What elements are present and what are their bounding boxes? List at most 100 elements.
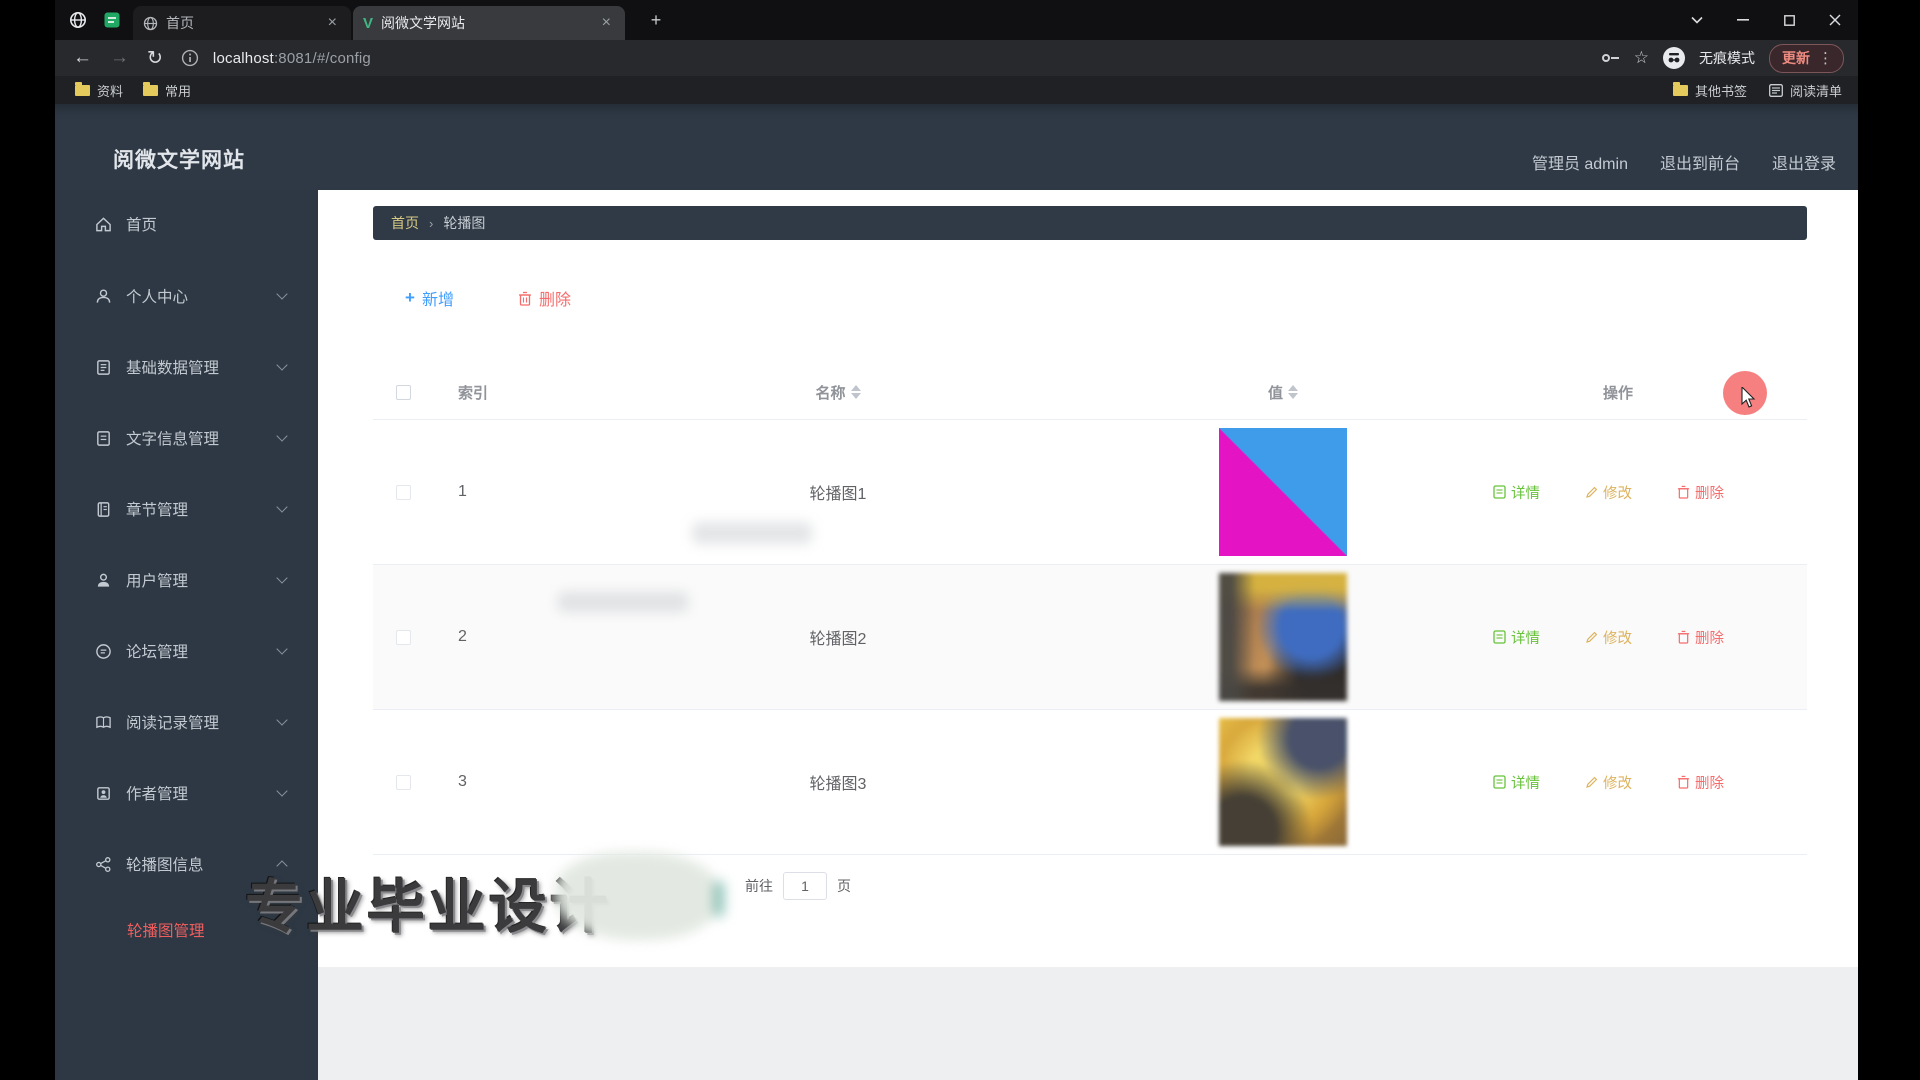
row-checkbox[interactable] [396, 485, 411, 500]
carousel-image-3 [1219, 718, 1347, 846]
sort-icons[interactable] [851, 385, 861, 399]
sidebar-item-label: 章节管理 [126, 498, 188, 520]
sidebar-item-readlog[interactable]: 阅读记录管理 [55, 698, 318, 746]
breadcrumb: 首页 › 轮播图 [373, 206, 1807, 240]
author-icon [95, 785, 112, 802]
reload-icon[interactable]: ↻ [147, 47, 163, 70]
url-field[interactable]: localhost:8081/#/config [213, 50, 371, 67]
info-icon[interactable] [181, 49, 199, 67]
row-delete-button[interactable]: 删除 [1677, 627, 1724, 648]
address-bar: ← → ↻ localhost:8081/#/config ☆ 无痕模式 更新 … [55, 40, 1858, 76]
bookmark-label: 资料 [97, 81, 123, 100]
reading-list[interactable]: 阅读清单 [1769, 81, 1842, 100]
sidebar-item-authors[interactable]: 作者管理 [55, 769, 318, 817]
logout-link[interactable]: 退出登录 [1772, 150, 1836, 174]
globe-icon [143, 16, 158, 31]
add-button-label: 新增 [422, 286, 454, 310]
close-button[interactable] [1812, 0, 1858, 40]
globe-icon [69, 11, 87, 29]
main-content: 首页 › 轮播图 + 新增 删除 索引 名称 [318, 190, 1858, 1080]
user-icon [95, 288, 112, 305]
table-header-row: 索引 名称 值 操作 [373, 365, 1807, 420]
incognito-icon [1663, 47, 1685, 69]
window-controls [1674, 0, 1858, 40]
reading-record-icon [95, 714, 112, 731]
column-header-value[interactable]: 值 [1073, 382, 1493, 403]
sidebar-item-label: 阅读记录管理 [126, 711, 219, 733]
trash-icon [1677, 630, 1690, 644]
tab-search-chevron-icon[interactable] [1674, 0, 1720, 40]
delete-button[interactable]: 删除 [518, 286, 571, 310]
new-tab-button[interactable]: + [645, 10, 667, 32]
tab-close-icon[interactable]: × [324, 13, 341, 33]
sidebar-item-label: 文字信息管理 [126, 427, 219, 449]
page-number-input[interactable]: 1 [783, 872, 827, 900]
green-doc-icon [103, 11, 121, 29]
detail-icon [1493, 485, 1506, 499]
sidebar-item-chapters[interactable]: 章节管理 [55, 485, 318, 533]
pinned-tab-docs[interactable] [103, 11, 121, 29]
edit-button[interactable]: 修改 [1585, 627, 1632, 648]
other-bookmarks[interactable]: 其他书签 [1673, 81, 1747, 100]
submenu-label: 轮播图管理 [127, 919, 205, 941]
delete-button-label: 删除 [539, 286, 571, 310]
reading-list-icon [1769, 84, 1783, 97]
click-indicator [1723, 371, 1767, 415]
bookmarks-bar: 资料 常用 其他书签 阅读清单 [55, 76, 1858, 104]
chevron-down-icon [276, 572, 287, 583]
password-key-icon[interactable] [1602, 53, 1620, 63]
sidebar-item-users[interactable]: 用户管理 [55, 556, 318, 604]
edit-button[interactable]: 修改 [1585, 482, 1632, 503]
row-checkbox[interactable] [396, 775, 411, 790]
row-delete-button[interactable]: 删除 [1677, 482, 1724, 503]
reading-list-label: 阅读清单 [1790, 81, 1842, 100]
blur-smudge [692, 522, 812, 544]
menu-dots-icon[interactable]: ⋮ [1818, 49, 1833, 67]
column-header-name[interactable]: 名称 [603, 382, 1073, 403]
exit-to-front-link[interactable]: 退出到前台 [1660, 150, 1740, 174]
bookmark-folder-cy[interactable]: 常用 [143, 81, 191, 100]
sidebar-item-forum[interactable]: 论坛管理 [55, 627, 318, 675]
admin-user-label: 管理员 admin [1532, 150, 1628, 174]
pinned-tab-globe[interactable] [69, 11, 87, 29]
cell-index: 2 [433, 628, 603, 646]
detail-button[interactable]: 详情 [1493, 627, 1540, 648]
bookmark-star-icon[interactable]: ☆ [1634, 48, 1649, 68]
tab-site[interactable]: V 阅微文学网站 × [353, 6, 625, 40]
update-button[interactable]: 更新 ⋮ [1769, 44, 1844, 73]
breadcrumb-home[interactable]: 首页 [391, 213, 419, 233]
row-delete-button[interactable]: 删除 [1677, 772, 1724, 793]
notebook-icon [95, 501, 112, 518]
tab-close-icon[interactable]: × [598, 13, 615, 33]
minimize-button[interactable] [1720, 0, 1766, 40]
maximize-button[interactable] [1766, 0, 1812, 40]
add-button[interactable]: + 新增 [405, 286, 454, 310]
sidebar-item-basedata[interactable]: 基础数据管理 [55, 343, 318, 391]
folder-icon [1673, 85, 1688, 96]
row-checkbox[interactable] [396, 630, 411, 645]
blur-smudge [558, 592, 688, 612]
chevron-down-icon [276, 643, 287, 654]
bookmark-folder-zl[interactable]: 资料 [75, 81, 123, 100]
detail-button[interactable]: 详情 [1493, 482, 1540, 503]
breadcrumb-separator: › [429, 216, 433, 231]
detail-button[interactable]: 详情 [1493, 772, 1540, 793]
sidebar-item-home[interactable]: 首页 [55, 200, 318, 248]
incognito-label: 无痕模式 [1699, 48, 1755, 68]
breadcrumb-current: 轮播图 [443, 213, 485, 233]
table-row: 2 轮播图2 详情 修改 删除 [373, 565, 1807, 710]
cell-name: 轮播图1 [603, 480, 1073, 504]
bookmarks-bar-right: 其他书签 阅读清单 [1673, 76, 1842, 104]
header-user-area: 管理员 admin 退出到前台 退出登录 [1532, 150, 1836, 174]
back-icon[interactable]: ← [73, 47, 92, 69]
column-header-index: 索引 [433, 382, 603, 403]
edit-button[interactable]: 修改 [1585, 772, 1632, 793]
tab-home[interactable]: 首页 × [133, 6, 351, 40]
sort-icons[interactable] [1288, 385, 1298, 399]
sidebar-item-textinfo[interactable]: 文字信息管理 [55, 414, 318, 462]
page-background [318, 967, 1858, 1080]
sidebar-item-profile[interactable]: 个人中心 [55, 272, 318, 320]
sidebar-item-label: 个人中心 [126, 285, 188, 307]
select-all-checkbox[interactable] [396, 385, 411, 400]
forward-icon[interactable]: → [110, 47, 129, 69]
